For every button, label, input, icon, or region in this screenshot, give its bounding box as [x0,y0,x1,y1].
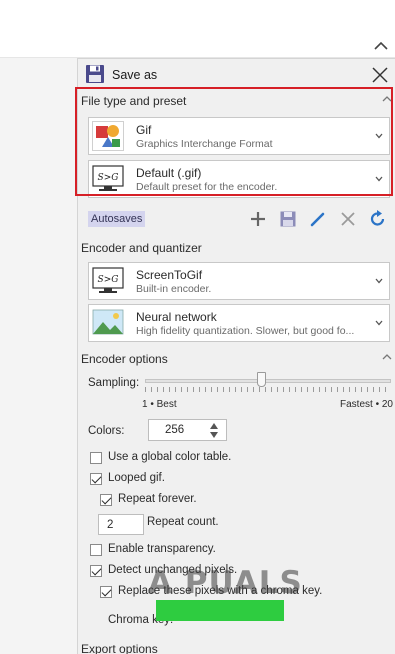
panel-title: Save as [112,68,158,82]
colors-value: 256 [165,424,185,436]
editor-top-area [0,0,395,58]
global-color-table-label: Use a global color table. [108,451,232,463]
repeat-forever-checkbox[interactable] [100,494,112,506]
repeat-count-input[interactable]: 2 [98,514,144,535]
quantizer-dropdown[interactable]: Neural network High fidelity quantizatio… [88,304,390,342]
screentogif-preset-icon: S>G [92,165,124,191]
encoder-section-title: Encoder and quantizer [81,241,202,255]
chevron-down-icon [375,176,383,182]
remove-preset-icon[interactable] [338,209,358,229]
screentogif-encoder-icon: S>G [92,267,124,293]
sampling-min-label: 1 • Best [142,399,177,410]
file-type-title: Gif [136,123,152,137]
global-color-table-checkbox[interactable] [90,452,102,464]
stepper-up-icon[interactable] [210,423,218,429]
detect-unchanged-label: Detect unchanged pixels. [108,564,238,576]
encoder-dropdown[interactable]: S>G ScreenToGif Built-in encoder. [88,262,390,300]
export-options-section-header[interactable]: Export options [81,640,393,654]
quantizer-title: Neural network [136,310,217,324]
quantizer-subtitle: High fidelity quantization. Slower, but … [136,325,355,337]
preset-dropdown[interactable]: S>G Default (.gif) Default preset for th… [88,160,390,198]
chevron-up-icon [382,354,392,360]
close-icon[interactable] [370,65,390,85]
sampling-slider-track[interactable] [145,379,391,383]
colors-label: Colors: [88,425,125,437]
export-options-title: Export options [81,642,158,654]
sampling-slider-thumb[interactable] [256,372,266,387]
collapse-ribbon-icon[interactable] [372,38,390,54]
repeat-count-label: Repeat count. [147,516,219,528]
colors-stepper[interactable]: 256 [148,419,227,441]
chevron-down-icon [375,278,383,284]
encoder-subtitle: Built-in encoder. [136,283,212,295]
encoder-title: ScreenToGif [136,268,203,282]
gif-format-icon [92,121,124,151]
encoder-icon-text: S>G [98,275,119,285]
sampling-slider-ticks [145,387,391,392]
edit-preset-icon[interactable] [308,209,328,229]
file-type-subtitle: Graphics Interchange Format [136,138,273,150]
canvas-area [0,58,77,654]
reset-preset-icon[interactable] [368,209,388,229]
encoder-options-section-header[interactable]: Encoder options [81,350,393,368]
chroma-key-color-picker[interactable] [156,600,284,621]
looped-gif-checkbox[interactable] [90,473,102,485]
file-type-dropdown[interactable]: Gif Graphics Interchange Format [88,117,390,155]
preset-icon-text: S>G [98,173,119,183]
autosaves-button[interactable]: Autosaves [88,211,146,227]
replace-chroma-checkbox[interactable] [100,586,112,598]
transparency-checkbox[interactable] [90,544,102,556]
encoder-options-title: Encoder options [81,352,168,366]
file-type-section-title: File type and preset [81,94,187,108]
file-type-section-header[interactable]: File type and preset [81,92,393,110]
save-preset-icon[interactable] [278,209,298,229]
sampling-max-label: Fastest • 20 [340,399,393,410]
preset-title: Default (.gif) [136,166,202,180]
stepper-down-icon[interactable] [210,432,218,438]
chevron-down-icon [375,133,383,139]
repeat-count-value: 2 [107,519,114,531]
transparency-label: Enable transparency. [108,543,216,555]
add-preset-icon[interactable] [248,209,268,229]
sampling-label: Sampling: [88,377,140,389]
floppy-disk-icon [86,65,104,83]
detect-unchanged-checkbox[interactable] [90,565,102,577]
preset-subtitle: Default preset for the encoder. [136,181,278,193]
repeat-forever-label: Repeat forever. [118,493,197,505]
looped-gif-label: Looped gif. [108,472,165,484]
neural-network-image-icon [92,309,124,335]
chevron-down-icon [375,320,383,326]
chevron-up-icon [382,96,392,102]
replace-chroma-label: Replace these pixels with a chroma key. [118,585,323,597]
save-as-panel: Save as File type and preset Gif Graphic… [77,58,395,654]
encoder-section-header[interactable]: Encoder and quantizer [81,239,393,257]
panel-header: Save as [78,59,395,89]
